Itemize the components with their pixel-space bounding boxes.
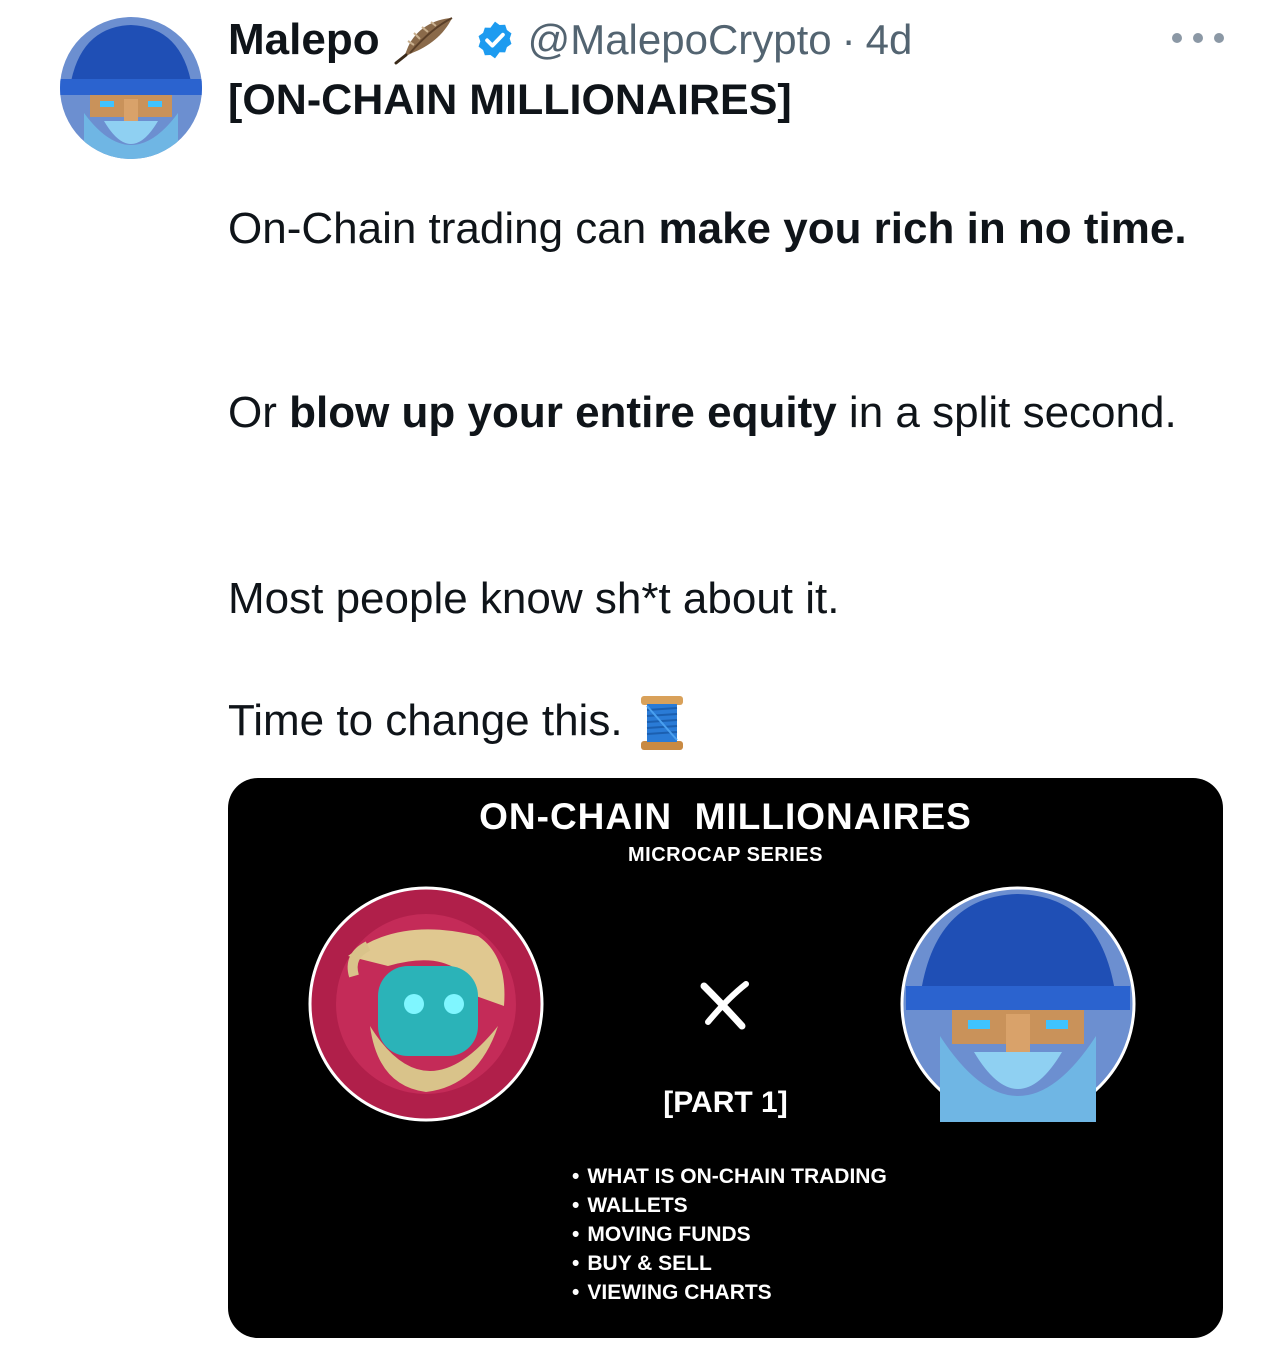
feather-icon xyxy=(394,15,456,65)
part-label: [PART 1] xyxy=(663,1086,788,1119)
display-name[interactable]: Malepo xyxy=(228,15,380,65)
tweet-title: [ON-CHAIN MILLIONAIRES] xyxy=(228,76,792,124)
tweet-header: Malepo @MalepoCrypto · 4d xyxy=(228,10,912,70)
paragraph-bold-text: blow up your entire equity xyxy=(289,388,837,437)
paragraph-text: in a split second. xyxy=(836,388,1177,437)
tweet-paragraph-2: Or blow up your entire equity in a split… xyxy=(228,382,1228,444)
list-item: MOVING FUNDS xyxy=(572,1220,887,1249)
paragraph-text: On-Chain trading can xyxy=(228,204,659,253)
tweet-paragraph-1: On-Chain trading can make you rich in no… xyxy=(228,198,1228,260)
verified-badge-icon[interactable] xyxy=(474,19,516,61)
list-item: WHAT IS ON-CHAIN TRADING xyxy=(572,1162,886,1191)
tweet-paragraph-4: Time to change this. xyxy=(228,690,1228,752)
paragraph-bold-text: make you rich in no time. xyxy=(658,204,1187,253)
timestamp[interactable]: 4d xyxy=(866,16,913,64)
paragraph-text: Time to change this. xyxy=(228,696,623,745)
list-item: VIEWING CHARTS xyxy=(572,1278,887,1307)
avatar[interactable] xyxy=(60,17,202,159)
tweet-paragraph-3: Most people know sh*t about it. xyxy=(228,574,840,623)
x-icon xyxy=(696,976,752,1032)
media-card[interactable]: ON-CHAIN MILLIONAIRES MICROCAP SERIES [P… xyxy=(228,778,1223,1338)
user-handle[interactable]: @MalepoCrypto xyxy=(528,16,832,64)
thread-spool-icon xyxy=(639,694,685,752)
paragraph-text: Or xyxy=(228,388,290,437)
list-item: BUY & SELL xyxy=(572,1249,887,1278)
card-subtitle: MICROCAP SERIES xyxy=(628,844,823,866)
topic-list: WHAT IS ON-CHAIN TRADING WALLETS MOVING … xyxy=(572,1162,887,1307)
more-options-icon[interactable] xyxy=(1172,28,1224,48)
list-item: WALLETS xyxy=(572,1191,887,1220)
card-title: ON-CHAIN MILLIONAIRES xyxy=(479,796,972,837)
separator-dot: · xyxy=(841,16,856,63)
